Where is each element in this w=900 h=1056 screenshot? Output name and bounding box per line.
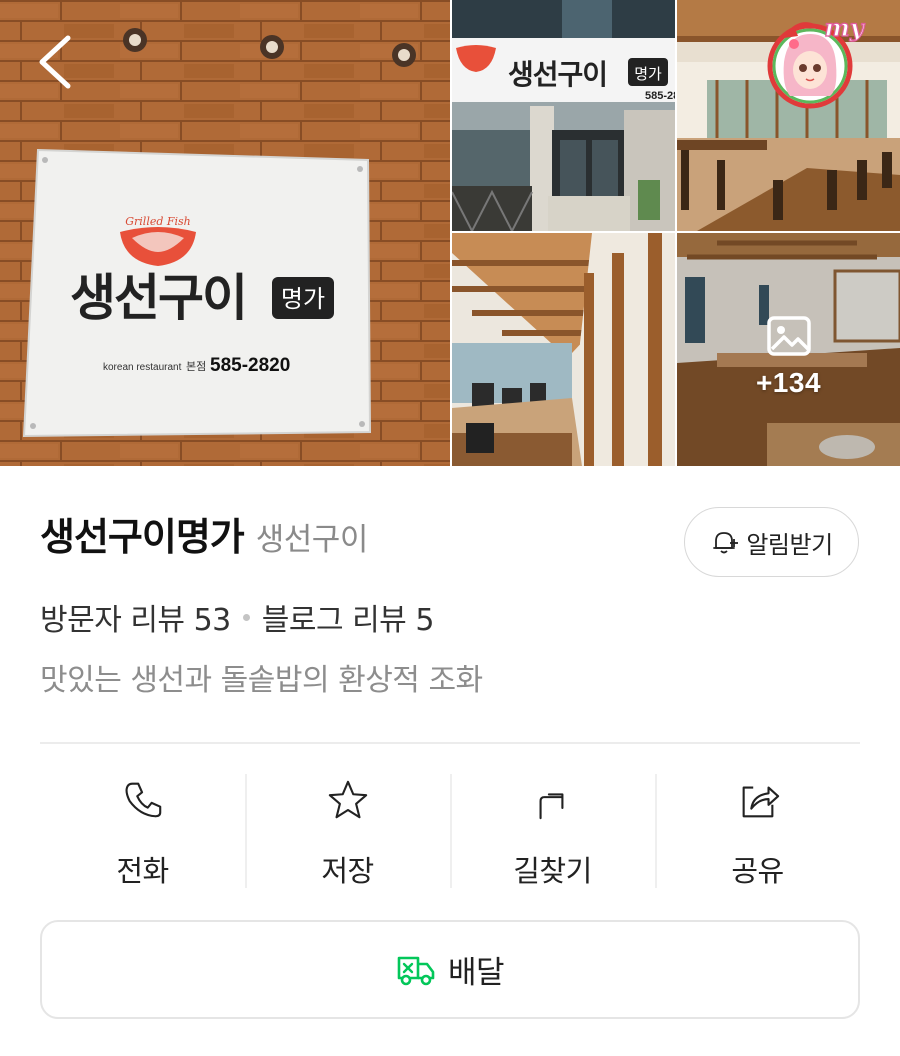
place-name: 생선구이명가 [40,515,245,559]
separator-dot [242,613,250,621]
star-icon [328,780,367,819]
storefront-photo-image: 생선구이 명가 585-28 [452,0,675,231]
storefront-phone: 585-28 [645,90,675,102]
sign-subtitle: korean restaurant [103,362,182,373]
storefront-sign-badge: 명가 [634,65,662,83]
room-photo[interactable]: +134 [677,233,900,466]
call-label: 전화 [116,854,169,888]
divider [40,742,860,744]
delivery-label: 배달 [447,955,505,991]
sign-badge-text: 명가 [281,285,325,313]
share-icon [742,786,779,818]
back-button[interactable] [30,30,84,94]
chevron-left-icon [39,35,71,89]
sign-logo-text: Grilled Fish [125,215,191,228]
place-category: 생선구이 [255,522,369,558]
visitor-review-link[interactable]: 방문자 리뷰 53 [40,595,231,639]
storefront-photo[interactable]: 생선구이 명가 585-28 [452,0,675,231]
title-row: 생선구이명가 생선구이 [40,506,368,570]
notify-button[interactable]: 알림받기 [684,507,859,577]
action-bar: 전화 저장 길찾기 공유 [40,770,860,890]
share-button[interactable]: 공유 [655,770,860,890]
phone-icon [125,782,161,818]
corridor-photo[interactable] [452,233,675,466]
my-avatar-button[interactable]: my [764,12,870,112]
image-icon [766,315,811,356]
sign-main-text: 생선구이 [70,269,246,327]
more-photos-overlay[interactable]: +134 [677,233,900,466]
bell-plus-icon [713,532,739,554]
call-button[interactable]: 전화 [40,770,245,890]
share-label: 공유 [731,854,784,888]
delivery-truck-icon [397,956,435,985]
notify-label: 알림받기 [746,530,833,559]
avatar-icon: my [767,12,866,109]
blog-review-link[interactable]: 블로그 리뷰 5 [262,595,435,639]
review-summary: 방문자 리뷰 53 블로그 리뷰 5 [40,596,434,638]
sign-branch: 본점 [186,360,206,373]
place-tagline: 맛있는 생선과 돌솥밥의 환상적 조화 [40,663,483,698]
save-label: 저장 [321,854,374,888]
directions-button[interactable]: 길찾기 [450,770,655,890]
sign-phone: 585-2820 [210,355,290,376]
directions-label: 길찾기 [513,854,592,888]
photo-gallery: Grilled Fish 생선구이 명가 korean restaurant 본… [0,0,900,466]
more-photos-count: +134 [755,366,822,398]
avatar-badge: my [824,13,865,42]
corridor-photo-image [452,233,675,466]
save-button[interactable]: 저장 [245,770,450,890]
storefront-sign-text: 생선구이 [508,58,607,91]
main-photo[interactable]: Grilled Fish 생선구이 명가 korean restaurant 본… [0,0,450,466]
delivery-button[interactable]: 배달 [40,920,860,1019]
directions-icon [539,793,563,820]
